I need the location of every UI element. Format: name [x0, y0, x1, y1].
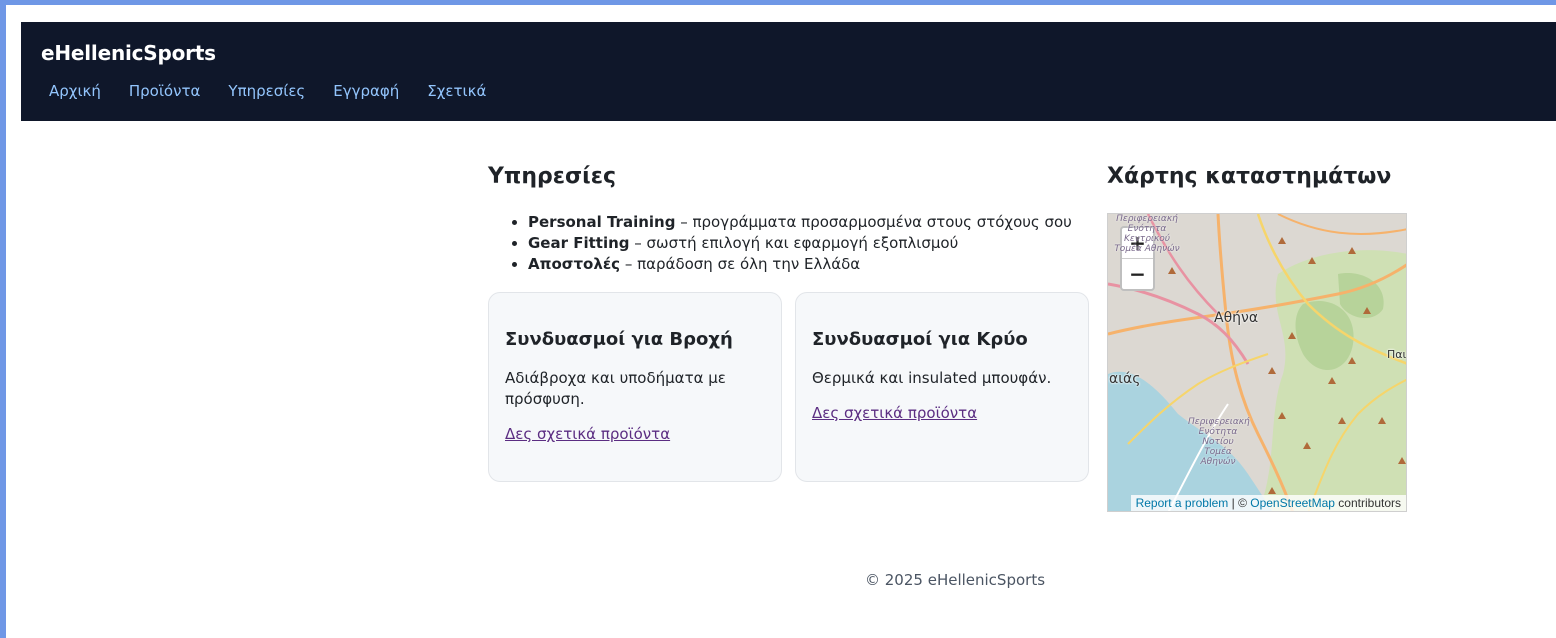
- map-label-left-edge: αιάς: [1109, 371, 1141, 387]
- report-problem-link[interactable]: Report a problem: [1136, 496, 1229, 510]
- site-brand[interactable]: eHellenicSports: [41, 41, 216, 65]
- card-text: Θερμικά και insulated μπουφάν.: [812, 369, 1052, 387]
- zoom-out-button[interactable]: −: [1122, 258, 1153, 289]
- nav-link-home[interactable]: Αρχική: [49, 82, 101, 100]
- card-text: Αδιάβροχα και υποδήματα με πρόσφυση.: [505, 369, 726, 408]
- attribution-suffix: contributors: [1334, 496, 1401, 510]
- card-link-related-products[interactable]: Δες σχετικά προϊόντα: [505, 425, 670, 443]
- services-list: Personal Training – προγράμματα προσαρμο…: [488, 212, 1108, 275]
- nav-link-about[interactable]: Σχετικά: [427, 82, 486, 100]
- services-title: Υπηρεσίες: [488, 164, 616, 189]
- map-label-right-edge: Παι: [1387, 348, 1407, 361]
- nav-link-products[interactable]: Προϊόντα: [129, 82, 201, 100]
- service-description: – προγράμματα προσαρμοσμένα στους στόχου…: [675, 213, 1072, 231]
- site-header: eHellenicSports Αρχική Προϊόντα Υπηρεσίε…: [21, 22, 1556, 121]
- list-item: Personal Training – προγράμματα προσαρμο…: [528, 212, 1108, 233]
- card-title: Συνδυασμοί για Βροχή: [505, 329, 733, 350]
- openstreetmap-link[interactable]: OpenStreetMap: [1250, 496, 1335, 510]
- nav-link-register[interactable]: Εγγραφή: [333, 82, 399, 100]
- store-map[interactable]: + − Περιφερειακή Ενότητα Κεντρικού Τομέα…: [1107, 213, 1407, 512]
- card-rain-combos: Συνδυασμοί για Βροχή Αδιάβροχα και υποδή…: [488, 292, 782, 482]
- card-cold-combos: Συνδυασμοί για Κρύο Θερμικά και insulate…: [795, 292, 1089, 482]
- service-name: Αποστολές: [528, 255, 621, 273]
- list-item: Gear Fitting – σωστή επιλογή και εφαρμογ…: [528, 233, 1108, 254]
- map-title: Χάρτης καταστημάτων: [1107, 164, 1392, 189]
- map-label-unit-bottom: Περιφερειακή Ενότητα Νοτίου Τομέα Αθηνών: [1188, 417, 1250, 467]
- window-frame-top: [0, 0, 1556, 5]
- service-description: – σωστή επιλογή και εφαρμογή εξοπλισμού: [629, 234, 959, 252]
- window-frame-left: [0, 0, 6, 638]
- attribution-separator: | ©: [1228, 496, 1251, 510]
- map-label-unit-top: Περιφερειακή Ενότητα Κεντρικού Τομέα Αθη…: [1114, 214, 1180, 254]
- list-item: Αποστολές – παράδοση σε όλη την Ελλάδα: [528, 254, 1108, 275]
- service-name: Personal Training: [528, 213, 676, 231]
- card-link-related-products[interactable]: Δες σχετικά προϊόντα: [812, 404, 977, 422]
- site-footer: © 2025 eHellenicSports: [865, 571, 1046, 589]
- main-nav: Αρχική Προϊόντα Υπηρεσίες Εγγραφή Σχετικ…: [49, 82, 514, 100]
- card-title: Συνδυασμοί για Κρύο: [812, 329, 1028, 350]
- map-attribution: Report a problem | © OpenStreetMap contr…: [1130, 495, 1406, 511]
- map-label-city: Αθήνα: [1214, 310, 1259, 326]
- service-description: – παράδοση σε όλη την Ελλάδα: [620, 255, 861, 273]
- nav-link-services[interactable]: Υπηρεσίες: [228, 82, 305, 100]
- service-name: Gear Fitting: [528, 234, 630, 252]
